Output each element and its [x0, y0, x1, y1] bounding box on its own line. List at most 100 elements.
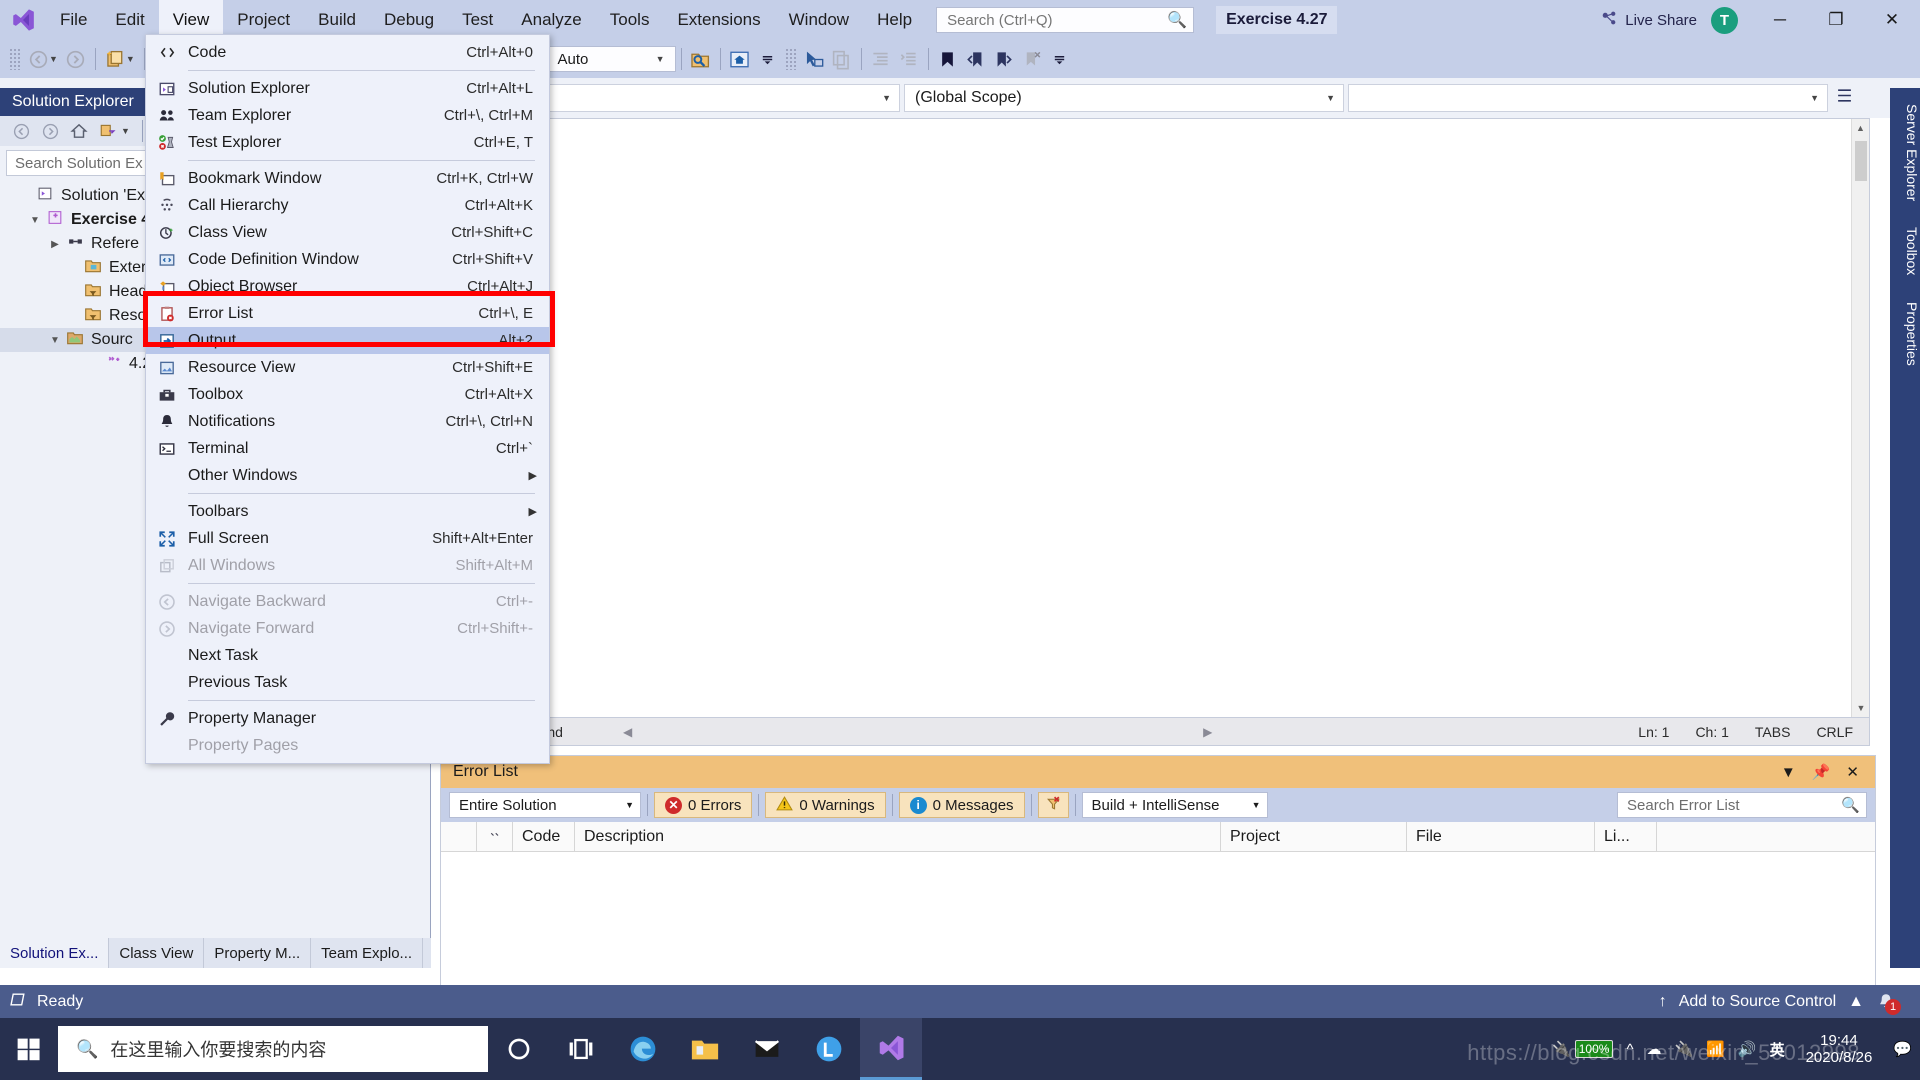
visual-studio-icon[interactable]	[860, 1018, 922, 1080]
se-sync-icon[interactable]	[95, 119, 121, 143]
menu-help[interactable]: Help	[863, 0, 926, 40]
navigate-forward-icon[interactable]	[62, 44, 90, 74]
code-editor[interactable]: ▲ ▼	[432, 118, 1870, 718]
edge-icon[interactable]	[612, 1018, 674, 1080]
menu-item-output[interactable]: Output Alt+2	[146, 327, 549, 354]
menu-item-navigate-forward[interactable]: Navigate Forward Ctrl+Shift+-	[146, 615, 549, 642]
tab-properties[interactable]: Properties	[1890, 292, 1920, 376]
task-view-icon[interactable]	[550, 1018, 612, 1080]
se-forward-icon[interactable]	[37, 119, 63, 143]
menu-extensions[interactable]: Extensions	[663, 0, 774, 40]
menu-item-resource-view[interactable]: Resource View Ctrl+Shift+E	[146, 354, 549, 381]
menu-item-toolbox[interactable]: Toolbox Ctrl+Alt+X	[146, 381, 549, 408]
tab-team-explorer[interactable]: Team Explo...	[311, 938, 423, 968]
menu-item-call-hierarchy[interactable]: Call Hierarchy Ctrl+Alt+K	[146, 192, 549, 219]
avatar[interactable]: T	[1711, 7, 1738, 34]
menu-item-property-manager[interactable]: Property Manager	[146, 705, 549, 732]
copy-style-icon[interactable]	[828, 44, 856, 74]
new-project-dropdown-icon[interactable]: ▼	[126, 54, 135, 64]
bookmark-icon[interactable]	[934, 44, 962, 74]
minimize-button[interactable]: ─	[1752, 0, 1808, 40]
toolbar-grip-2[interactable]	[785, 48, 797, 70]
menu-item-previous-task[interactable]: Previous Task	[146, 669, 549, 696]
se-back-icon[interactable]	[8, 119, 34, 143]
split-editor-icon[interactable]	[1834, 87, 1854, 109]
tab-class-view[interactable]: Class View	[109, 938, 204, 968]
twisty[interactable]: ▼	[26, 215, 44, 226]
column-description[interactable]: Description	[575, 822, 1221, 852]
find-in-files-icon[interactable]	[687, 44, 715, 74]
editor-vertical-scrollbar[interactable]: ▲ ▼	[1851, 119, 1869, 717]
solution-home-icon[interactable]	[726, 44, 754, 74]
se-home-icon[interactable]	[66, 119, 92, 143]
menu-window[interactable]: Window	[775, 0, 863, 40]
errors-filter-button[interactable]: ✕ 0 Errors	[654, 792, 752, 818]
previous-bookmark-icon[interactable]	[962, 44, 990, 74]
scroll-down-icon[interactable]: ▼	[1852, 699, 1870, 717]
platform-select[interactable]: Auto ▼	[548, 46, 676, 72]
error-list-column-headers[interactable]: Code Description Project File Li...	[441, 822, 1875, 852]
column-line[interactable]: Li...	[1595, 822, 1657, 852]
menu-item-navigate-backward[interactable]: Navigate Backward Ctrl+-	[146, 588, 549, 615]
toolbar-overflow-icon[interactable]	[754, 44, 782, 74]
menu-file[interactable]: File	[46, 0, 101, 40]
show-hidden-icons[interactable]: ^	[1626, 1041, 1633, 1058]
clear-filters-button[interactable]	[1038, 792, 1069, 818]
windows-taskbar[interactable]: 🔍 在这里输入你要搜索的内容 🔌	[0, 1018, 1920, 1080]
tab-solution-explorer[interactable]: Solution Ex...	[0, 938, 109, 968]
error-list-toolbar[interactable]: Entire Solution ▼ ✕ 0 Errors 0 Warnings …	[441, 788, 1875, 822]
menu-item-bookmark-window[interactable]: Bookmark Window Ctrl+K, Ctrl+W	[146, 165, 549, 192]
menu-item-class-view[interactable]: Class View Ctrl+Shift+C	[146, 219, 549, 246]
close-icon[interactable]: ✕	[1846, 763, 1859, 781]
twisty[interactable]: ▶	[46, 239, 64, 250]
scope-select[interactable]: Entire Solution ▼	[449, 792, 641, 818]
menu-item-toolbars[interactable]: Toolbars ▶	[146, 498, 549, 525]
scroll-right-icon[interactable]: ▶	[1203, 725, 1212, 739]
error-list-rows[interactable]	[441, 852, 1875, 998]
tab-property-manager[interactable]: Property M...	[204, 938, 311, 968]
solution-explorer-tabs[interactable]: Solution Ex... Class View Property M... …	[0, 938, 431, 968]
wifi-icon[interactable]: 📶	[1706, 1040, 1725, 1058]
scroll-left-icon[interactable]: ◀	[623, 725, 632, 739]
menu-item-next-task[interactable]: Next Task	[146, 642, 549, 669]
menu-item-code[interactable]: Code Ctrl+Alt+0	[146, 39, 549, 66]
file-explorer-icon[interactable]	[674, 1018, 736, 1080]
menu-item-other-windows[interactable]: Other Windows ▶	[146, 462, 549, 489]
tab-server-explorer[interactable]: Server Explorer	[1890, 94, 1920, 211]
system-tray[interactable]: 🔌 100% ^ ☁ 🔌 📶 🔊 英 19:44 2020/8/26 💬	[1552, 1032, 1920, 1067]
pointer-select-icon[interactable]	[800, 44, 828, 74]
action-center-icon[interactable]: 💬	[1893, 1040, 1912, 1058]
column-code[interactable]: Code	[513, 822, 575, 852]
menu-item-solution-explorer[interactable]: Solution Explorer Ctrl+Alt+L	[146, 75, 549, 102]
global-scope-select[interactable]: (Global Scope) ▼	[904, 84, 1344, 112]
new-project-icon[interactable]	[101, 44, 129, 74]
onedrive-icon[interactable]: ☁	[1647, 1040, 1662, 1058]
menu-item-notifications[interactable]: Notifications Ctrl+\, Ctrl+N	[146, 408, 549, 435]
battery-status[interactable]: 🔌 100%	[1552, 1040, 1613, 1058]
notifications-bell-icon[interactable]: 1	[1876, 992, 1896, 1012]
navigate-backward-dropdown-icon[interactable]: ▼	[49, 54, 58, 64]
menu-item-all-windows[interactable]: All Windows Shift+Alt+M	[146, 552, 549, 579]
expand-up-icon[interactable]: ▲	[1848, 993, 1864, 1011]
menu-item-code-definition-window[interactable]: Code Definition Window Ctrl+Shift+V	[146, 246, 549, 273]
taskbar-search-input[interactable]: 🔍 在这里输入你要搜索的内容	[58, 1026, 488, 1072]
menu-tools[interactable]: Tools	[596, 0, 664, 40]
menu-item-property-pages[interactable]: Property Pages	[146, 732, 549, 759]
clock[interactable]: 19:44 2020/8/26	[1798, 1032, 1881, 1067]
menu-item-team-explorer[interactable]: Team Explorer Ctrl+\, Ctrl+M	[146, 102, 549, 129]
scroll-up-icon[interactable]: ▲	[1852, 119, 1869, 137]
global-search-input[interactable]: Search (Ctrl+Q) 🔍	[936, 7, 1194, 33]
column-severity[interactable]	[477, 822, 513, 852]
usb-icon[interactable]: 🔌	[1675, 1040, 1694, 1058]
volume-icon[interactable]: 🔊	[1738, 1040, 1757, 1058]
live-share-button[interactable]: Live Share	[1587, 10, 1711, 31]
se-sync-dropdown-icon[interactable]: ▼	[121, 126, 130, 136]
column-project[interactable]: Project	[1221, 822, 1407, 852]
mail-icon[interactable]	[736, 1018, 798, 1080]
twisty[interactable]: ▼	[46, 335, 64, 346]
line-icon[interactable]	[798, 1018, 860, 1080]
panel-dropdown-icon[interactable]: ▼	[1781, 764, 1796, 781]
restore-button[interactable]: ❐	[1808, 0, 1864, 40]
messages-filter-button[interactable]: i 0 Messages	[899, 792, 1025, 818]
error-list-search-input[interactable]: Search Error List 🔍	[1617, 792, 1867, 818]
